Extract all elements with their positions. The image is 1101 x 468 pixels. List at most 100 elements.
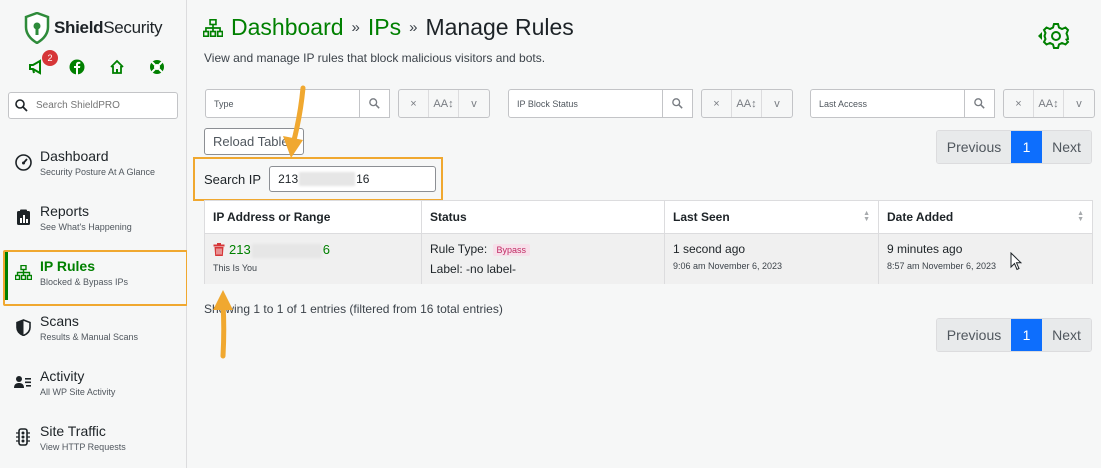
settings-gear-icon[interactable] — [1035, 18, 1071, 54]
sidebar-item-activity[interactable]: Activity All WP Site Activity — [0, 358, 187, 413]
annotation-arrow-up — [213, 290, 233, 359]
search-ip-input[interactable]: 213 16 — [269, 166, 437, 192]
cell-last-seen: 1 second ago 9:06 am November 6, 2023 — [665, 234, 879, 284]
case-sensitive-button[interactable]: AA↕ — [429, 90, 459, 117]
cell-ip: 213 6 This Is You — [205, 234, 422, 284]
page-1-button[interactable]: 1 — [1011, 131, 1042, 163]
breadcrumb-dashboard-link[interactable]: Dashboard — [231, 14, 344, 41]
sidebar-search[interactable] — [8, 92, 178, 119]
sidebar-item-label: Scans — [40, 313, 79, 329]
notification-count-badge: 2 — [42, 50, 58, 66]
sidebar-item-label: Site Traffic — [40, 423, 106, 439]
network-diagram-icon — [14, 263, 32, 281]
sort-icon: ▲ ▼ — [1077, 210, 1084, 223]
column-header-status[interactable]: Status — [422, 201, 665, 234]
ip-address-link[interactable]: 213 6 — [229, 242, 330, 258]
column-header-last-seen[interactable]: Last Seen ▲ ▼ — [665, 201, 879, 234]
search-icon[interactable] — [965, 89, 995, 118]
sidebar-nav: Dashboard Security Posture At A Glance Re… — [0, 138, 188, 468]
search-ip-value-start: 213 — [278, 172, 299, 186]
last-access-filter-input[interactable]: Last Access — [810, 89, 965, 118]
filter-dropdown-button[interactable]: v — [1064, 90, 1094, 117]
pagination-top: Previous 1 Next — [936, 130, 1092, 164]
page-subtitle: View and manage IP rules that block mali… — [204, 51, 546, 65]
redacted-blur — [299, 172, 356, 186]
last-access-filter-options: × AA↕ v — [1003, 89, 1095, 118]
rule-label: Label: -no label- — [430, 262, 517, 276]
shield-half-icon — [14, 318, 32, 336]
breadcrumb-separator: » — [351, 19, 360, 36]
shield-logo-icon — [24, 12, 50, 44]
page-1-button[interactable]: 1 — [1011, 319, 1042, 351]
sidebar-item-dashboard[interactable]: Dashboard Security Posture At A Glance — [0, 138, 187, 193]
sidebar-item-label: Dashboard — [40, 148, 109, 164]
support-lifebuoy-icon[interactable] — [148, 58, 166, 76]
notifications-megaphone-icon[interactable]: 2 — [28, 50, 58, 76]
previous-page-button[interactable]: Previous — [937, 131, 1011, 163]
redacted-blur — [251, 243, 322, 258]
sort-icon: ▲ ▼ — [863, 210, 870, 223]
table-header-row: IP Address or Range Status Last Seen ▲ ▼ D… — [205, 201, 1092, 234]
ip-rules-table: IP Address or Range Status Last Seen ▲ ▼ D… — [204, 200, 1093, 284]
previous-page-button[interactable]: Previous — [937, 319, 1011, 351]
ip-block-status-filter-input[interactable]: IP Block Status — [508, 89, 663, 118]
last-access-filter: Last Access × AA↕ v — [810, 89, 1095, 118]
sidebar-item-reports[interactable]: Reports See What's Happening — [0, 193, 187, 248]
sidebar-search-input[interactable] — [36, 100, 166, 111]
trash-icon[interactable] — [213, 243, 225, 257]
search-icon[interactable] — [360, 89, 390, 118]
mouse-cursor-icon — [1010, 252, 1022, 271]
cell-date-added: 9 minutes ago 8:57 am November 6, 2023 — [879, 234, 1092, 284]
next-page-button[interactable]: Next — [1042, 319, 1091, 351]
date-added-relative: 9 minutes ago — [887, 242, 963, 256]
cell-status: Rule Type: Bypass Label: -no label- — [422, 234, 665, 284]
ip-block-status-filter-options: × AA↕ v — [701, 89, 793, 118]
person-lines-icon — [14, 373, 32, 391]
column-header-date-added[interactable]: Date Added ▲ ▼ — [879, 201, 1092, 234]
sidebar-item-site-traffic[interactable]: Site Traffic View HTTP Requests — [0, 413, 187, 468]
search-icon[interactable] — [663, 89, 693, 118]
quick-links: 2 — [28, 50, 166, 76]
sidebar-item-ip-rules[interactable]: IP Rules Blocked & Bypass IPs — [0, 248, 188, 306]
pagination-bottom: Previous 1 Next — [936, 318, 1092, 352]
clear-filter-button[interactable]: × — [702, 90, 732, 117]
sidebar-item-label: IP Rules — [40, 258, 95, 274]
case-sensitive-button[interactable]: AA↕ — [732, 90, 762, 117]
type-filter: Type × AA↕ v — [205, 89, 490, 118]
next-page-button[interactable]: Next — [1042, 131, 1091, 163]
clipboard-chart-icon — [14, 208, 32, 226]
search-icon — [15, 99, 28, 112]
facebook-icon[interactable] — [68, 58, 86, 76]
sidebar-item-sublabel: View HTTP Requests — [40, 442, 126, 452]
type-filter-options: × AA↕ v — [398, 89, 490, 118]
table-info: Showing 1 to 1 of 1 entries (filtered fr… — [204, 302, 503, 316]
last-seen-date: 9:06 am November 6, 2023 — [673, 261, 783, 271]
last-seen-relative: 1 second ago — [673, 242, 746, 256]
annotation-arrow-down — [283, 85, 306, 158]
network-diagram-icon — [203, 18, 223, 37]
sidebar-item-sublabel: All WP Site Activity — [40, 387, 116, 397]
home-icon[interactable] — [108, 58, 126, 76]
app-logo[interactable]: ShieldSecurity — [24, 12, 163, 44]
filter-dropdown-button[interactable]: v — [459, 90, 489, 117]
breadcrumb-separator: » — [409, 19, 418, 36]
app-name: ShieldSecurity — [54, 18, 163, 37]
filter-dropdown-button[interactable]: v — [762, 90, 792, 117]
table-row: 213 6 This Is You Rule Type: Bypass Label… — [205, 234, 1092, 284]
search-ip-highlight: Search IP 213 16 — [193, 157, 443, 201]
breadcrumb-ips-link[interactable]: IPs — [368, 14, 401, 41]
column-header-ip[interactable]: IP Address or Range — [205, 201, 422, 234]
sidebar-item-label: Activity — [40, 368, 85, 384]
sidebar-item-scans[interactable]: Scans Results & Manual Scans — [0, 303, 187, 358]
case-sensitive-button[interactable]: AA↕ — [1034, 90, 1064, 117]
clear-filter-button[interactable]: × — [399, 90, 429, 117]
ip-block-status-filter: IP Block Status × AA↕ v — [508, 89, 793, 118]
rule-type-label: Rule Type: — [430, 242, 488, 256]
traffic-signal-icon — [14, 428, 32, 446]
breadcrumb: Dashboard » IPs » Manage Rules — [203, 14, 574, 41]
search-ip-value-end: 16 — [356, 172, 370, 186]
clear-filter-button[interactable]: × — [1004, 90, 1034, 117]
ip-note: This Is You — [213, 262, 258, 273]
sidebar-item-sublabel: Results & Manual Scans — [40, 332, 139, 342]
sidebar-item-label: Reports — [40, 203, 90, 219]
